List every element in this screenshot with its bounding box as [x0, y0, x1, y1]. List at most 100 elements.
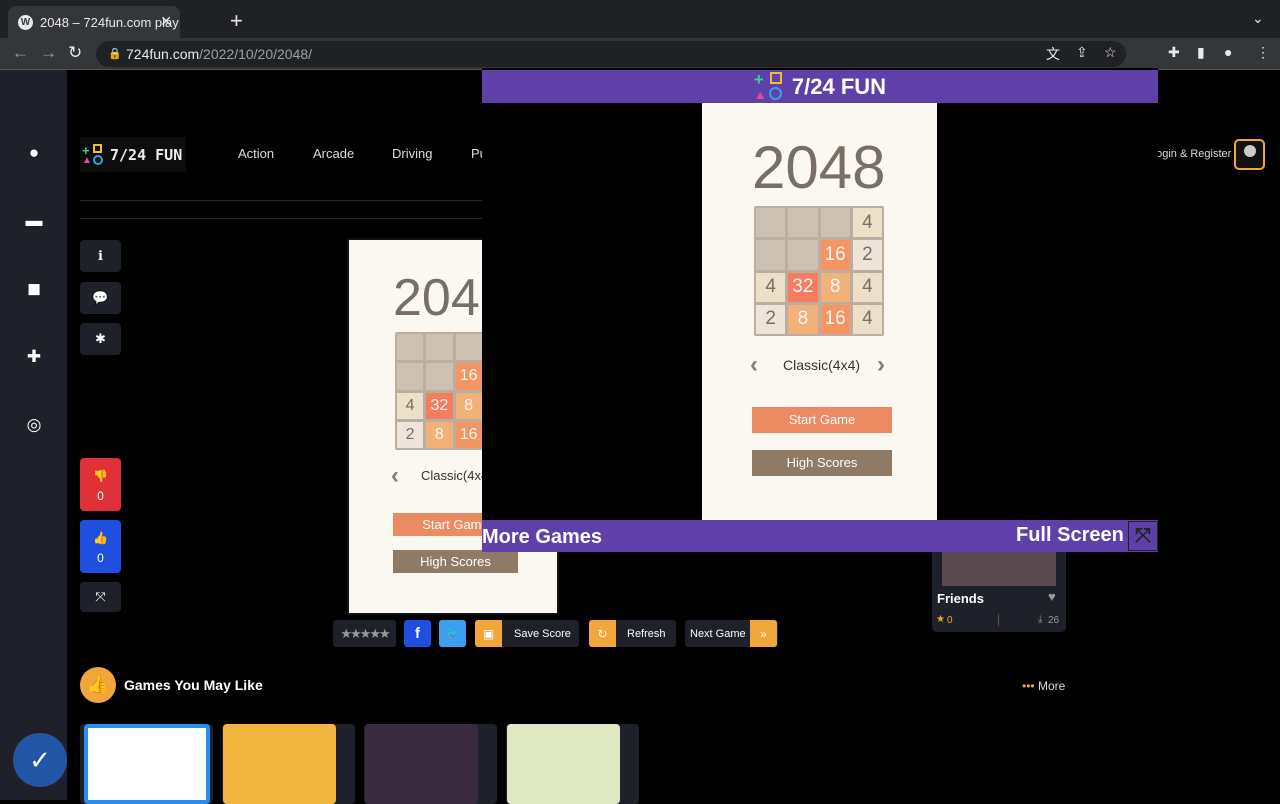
thumbs-down-icon: 👎 — [93, 469, 108, 483]
twitter-share-button[interactable]: 🐦 — [439, 620, 466, 647]
start-game-button[interactable]: Start Game — [752, 407, 892, 433]
tile-4: 4 — [852, 208, 882, 238]
tile-empty — [426, 363, 453, 390]
info-button[interactable]: ℹ — [80, 240, 121, 272]
fullscreen-button[interactable]: ⤧ — [80, 582, 121, 612]
tile-2: 2 — [397, 421, 424, 448]
login-register-link[interactable]: Login & Register — [1150, 148, 1231, 160]
popup-title: 7/24 FUN — [791, 73, 887, 99]
full-screen-link[interactable]: Full Screen — [1016, 524, 1124, 547]
tile-8: 8 — [788, 304, 818, 334]
game-thumbnail — [84, 724, 210, 804]
tile-empty — [397, 363, 424, 390]
fullscreen-icon[interactable]: ⤧ — [1128, 521, 1158, 551]
tile-4: 4 — [852, 304, 882, 334]
facebook-icon: f — [415, 625, 420, 642]
bomb-icon[interactable]: ● — [22, 143, 46, 163]
back-icon[interactable]: ← — [12, 43, 29, 63]
tile-empty — [397, 334, 424, 361]
lock-icon: 🔒 — [108, 48, 122, 60]
logo-text: 7/24 FUN — [110, 145, 183, 164]
game-frame[interactable]: 2048 4 16 2 4 32 8 4 2 8 16 4 ‹ Classic(4x4) › Sta… — [702, 103, 937, 520]
dislike-button[interactable]: 👎 0 — [80, 458, 121, 511]
sidepanel-icon[interactable]: ▮ — [1197, 44, 1205, 61]
tile-empty — [756, 208, 786, 238]
dots-icon: ••• — [1022, 679, 1035, 693]
high-scores-button[interactable]: High Scores — [752, 450, 892, 476]
rating-stars[interactable]: ★★★★★ — [333, 620, 396, 647]
share-icon[interactable]: ⇪ — [1076, 44, 1088, 61]
profile-icon[interactable]: ● — [1224, 44, 1232, 60]
reload-icon[interactable]: ↻ — [68, 43, 82, 63]
game-thumbnail-card[interactable] — [506, 724, 639, 804]
popup-header: + ▲ 7/24 FUN — [482, 70, 1158, 103]
puzzle-icon[interactable]: ✚ — [1168, 44, 1180, 61]
bug-icon: ✱ — [95, 331, 106, 346]
accessibility-button[interactable]: ✓ — [13, 733, 67, 787]
refresh-label: Refresh — [627, 627, 666, 640]
mode-label: Classic(4x4) — [783, 357, 861, 373]
game-thumbnail — [365, 724, 478, 804]
address-bar[interactable]: 🔒 724fun.com/2022/10/20/2048/ — [96, 41, 1126, 67]
tile-16: 16 — [820, 304, 850, 334]
tab-bar: W 2048 – 724fun.com play online✕ + ⌄ — [0, 0, 1280, 38]
thumbs-up-icon: 👍 — [80, 667, 116, 703]
avatar[interactable] — [1234, 139, 1265, 170]
game-thumbnail-card[interactable] — [80, 724, 213, 804]
puzzle-icon[interactable]: ✚ — [22, 347, 46, 367]
menu-action[interactable]: Action — [238, 146, 274, 161]
comment-button[interactable]: 💬 — [80, 282, 121, 314]
thumbs-up-icon: 👍 — [93, 531, 108, 545]
facebook-share-button[interactable]: f — [404, 620, 431, 647]
more-games-link[interactable]: More Games — [482, 526, 602, 549]
game-thumbnail — [942, 552, 1056, 586]
tile-16: 16 — [455, 421, 482, 448]
more-label: More — [1037, 679, 1066, 693]
forward-icon[interactable]: → — [40, 43, 57, 63]
logo-mark: + ▲ — [754, 70, 784, 102]
translate-icon[interactable]: 文 — [1046, 44, 1060, 64]
chevron-left-icon[interactable]: ‹ — [750, 351, 758, 379]
menu-arcade[interactable]: Arcade — [313, 146, 354, 161]
tile-16: 16 — [820, 240, 850, 270]
game-card-friends[interactable]: Friends ♥ ★ 0 ⤓ 26 — [932, 552, 1066, 632]
close-tab-icon[interactable]: ✕ — [160, 13, 172, 30]
browser-toolbar: ← → ↻ 🔒 724fun.com/2022/10/20/2048/ 文 ⇪ ☆… — [0, 38, 1280, 100]
menu-icon[interactable]: ⋮ — [1256, 44, 1270, 61]
tile-8: 8 — [455, 392, 482, 419]
info-icon: ℹ — [98, 248, 103, 263]
browser-tab[interactable]: W 2048 – 724fun.com play online✕ — [8, 6, 180, 38]
target-icon[interactable]: ◎ — [22, 415, 46, 435]
card-title: Friends — [937, 591, 984, 606]
star-icon[interactable]: ☆ — [1104, 44, 1117, 61]
tile-16: 16 — [455, 363, 482, 390]
tile-4: 4 — [397, 392, 424, 419]
game-board[interactable]: 41624328428164 — [754, 206, 884, 336]
tile-8: 8 — [426, 421, 453, 448]
tile-8: 8 — [820, 272, 850, 302]
gamepad-icon[interactable]: ▬ — [22, 211, 46, 231]
tile-empty — [820, 208, 850, 238]
heart-icon[interactable]: ♥ — [1048, 589, 1056, 604]
more-link[interactable]: ••• More — [1022, 679, 1065, 693]
menu-driving[interactable]: Driving — [392, 146, 432, 161]
high-scores-button[interactable]: High Scores — [393, 550, 518, 573]
chevron-down-icon[interactable]: ⌄ — [1252, 10, 1264, 27]
chevron-right-icon[interactable]: › — [877, 351, 885, 379]
car-icon[interactable]: ◼ — [22, 279, 46, 299]
save-icon: ▣ — [475, 620, 502, 647]
new-tab-button[interactable]: + — [230, 8, 243, 34]
game-thumbnail-card[interactable] — [364, 724, 497, 804]
save-score-button[interactable]: ▣ Save Score — [475, 620, 579, 647]
user-icon — [1244, 145, 1256, 157]
report-bug-button[interactable]: ✱ — [80, 323, 121, 355]
site-logo[interactable]: + ▲ 7/24 FUN — [80, 137, 186, 172]
game-thumbnail-card[interactable] — [222, 724, 355, 804]
like-button[interactable]: 👍 0 — [80, 520, 121, 573]
card-downloads: 26 — [1048, 615, 1060, 626]
chevron-left-icon[interactable]: ‹ — [391, 462, 399, 490]
popup-footer: More Games Full Screen ⤧ — [482, 520, 1158, 552]
section-title: Games You May Like — [124, 677, 263, 693]
refresh-button[interactable]: ↻ Refresh — [589, 620, 676, 647]
next-game-button[interactable]: Next Game » — [685, 620, 778, 647]
